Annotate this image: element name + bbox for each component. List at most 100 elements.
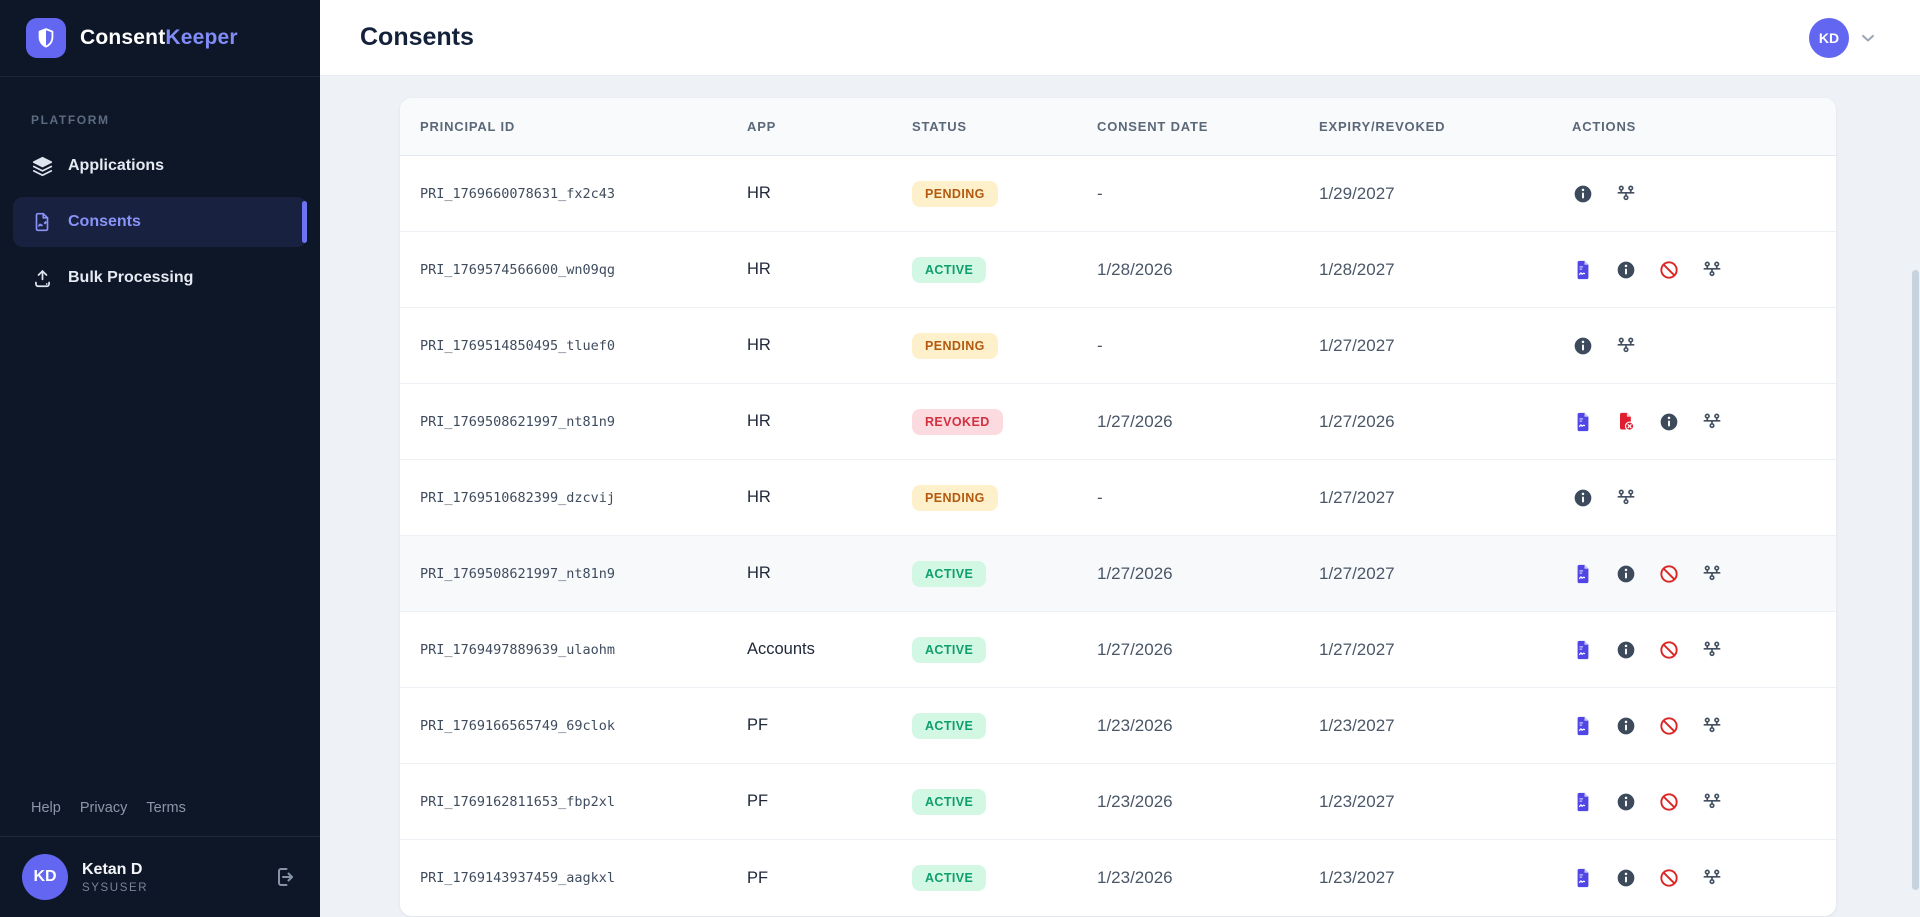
column-header-app: APP [747, 119, 912, 134]
consent-date: 1/28/2026 [1097, 260, 1173, 280]
app-name: Accounts [747, 640, 815, 659]
table-header-row: PRINCIPAL IDAPPSTATUSCONSENT DATEEXPIRY/… [400, 98, 1836, 156]
row-actions [1572, 715, 1723, 737]
hierarchy-icon[interactable] [1701, 867, 1723, 889]
column-header-actions: ACTIONS [1572, 119, 1836, 134]
consent-date: 1/27/2026 [1097, 640, 1173, 660]
brand-logo [26, 18, 66, 58]
status-badge: ACTIVE [912, 637, 986, 663]
info-icon[interactable] [1572, 183, 1594, 205]
header-user-menu[interactable]: KD [1809, 18, 1878, 58]
consent-date: - [1097, 336, 1103, 356]
user-avatar[interactable]: KD [22, 854, 68, 900]
column-header-consent-date: CONSENT DATE [1097, 119, 1319, 134]
row-actions [1572, 487, 1637, 509]
info-icon[interactable] [1615, 867, 1637, 889]
file-signature-icon [31, 211, 53, 233]
table-body: PRI_1769660078631_fx2c43 HR PENDING - 1/29/2… [400, 156, 1836, 916]
info-icon[interactable] [1572, 487, 1594, 509]
hierarchy-icon[interactable] [1615, 487, 1637, 509]
status-badge: ACTIVE [912, 865, 986, 891]
expiry-date: 1/27/2027 [1319, 488, 1395, 508]
expiry-date: 1/29/2027 [1319, 184, 1395, 204]
status-badge: ACTIVE [912, 561, 986, 587]
ban-icon[interactable] [1658, 563, 1680, 585]
ban-icon[interactable] [1658, 715, 1680, 737]
expiry-date: 1/27/2027 [1319, 564, 1395, 584]
hierarchy-icon[interactable] [1701, 259, 1723, 281]
column-header-principal-id: PRINCIPAL ID [400, 119, 747, 134]
table-row: PRI_1769510682399_dzcvijHRPENDING-1/27/2… [400, 460, 1836, 536]
expiry-date: 1/23/2027 [1319, 868, 1395, 888]
hierarchy-icon[interactable] [1701, 639, 1723, 661]
footer-link-privacy[interactable]: Privacy [80, 800, 128, 816]
hierarchy-icon[interactable] [1615, 183, 1637, 205]
consent-date: 1/23/2026 [1097, 716, 1173, 736]
hierarchy-icon[interactable] [1701, 791, 1723, 813]
row-actions [1572, 183, 1637, 205]
status-badge: ACTIVE [912, 257, 986, 283]
table-row: PRI_1769162811653_fbp2xlPFACTIVE1/23/202… [400, 764, 1836, 840]
ban-icon[interactable] [1658, 867, 1680, 889]
footer-link-terms[interactable]: Terms [146, 800, 185, 816]
info-icon[interactable] [1615, 563, 1637, 585]
file-x-icon[interactable] [1615, 411, 1637, 433]
consent-date: 1/27/2026 [1097, 412, 1173, 432]
expiry-date: 1/27/2026 [1319, 412, 1395, 432]
status-badge: PENDING [912, 333, 998, 359]
consent-date: 1/23/2026 [1097, 868, 1173, 888]
principal-id: PRI_1769166565749_69clok [420, 718, 615, 734]
info-icon[interactable] [1615, 791, 1637, 813]
sidebar-user-block: KD Ketan D SYSUSER [0, 836, 320, 917]
info-icon[interactable] [1615, 715, 1637, 737]
ban-icon[interactable] [1658, 259, 1680, 281]
vertical-scrollbar[interactable] [1912, 270, 1919, 890]
expiry-date: 1/28/2027 [1319, 260, 1395, 280]
expiry-date: 1/23/2027 [1319, 792, 1395, 812]
sidebar-item-applications[interactable]: Applications [13, 141, 307, 191]
file-icon[interactable] [1572, 867, 1594, 889]
principal-id: PRI_1769574566600_wn09qg [420, 262, 615, 278]
page-header: Consents KD [320, 0, 1920, 76]
ban-icon[interactable] [1658, 639, 1680, 661]
app-name: PF [747, 869, 768, 888]
sidebar-item-label: Bulk Processing [68, 269, 193, 287]
app-name: HR [747, 184, 771, 203]
status-badge: REVOKED [912, 409, 1003, 435]
file-icon[interactable] [1572, 411, 1594, 433]
status-badge: ACTIVE [912, 713, 986, 739]
table-row: PRI_1769497889639_ulaohmAccountsACTIVE1/… [400, 612, 1836, 688]
sidebar-footer-links: Help Privacy Terms [0, 800, 320, 816]
file-icon[interactable] [1572, 791, 1594, 813]
upload-icon [31, 267, 53, 289]
hierarchy-icon[interactable] [1701, 563, 1723, 585]
principal-id: PRI_1769514850495_tluef0 [420, 338, 615, 354]
info-icon[interactable] [1615, 639, 1637, 661]
consent-date: 1/27/2026 [1097, 564, 1173, 584]
file-icon[interactable] [1572, 259, 1594, 281]
consent-date: - [1097, 488, 1103, 508]
logout-icon[interactable] [272, 864, 298, 890]
sidebar-item-consents[interactable]: Consents [13, 197, 307, 247]
file-icon[interactable] [1572, 715, 1594, 737]
footer-link-help[interactable]: Help [31, 800, 61, 816]
hierarchy-icon[interactable] [1615, 335, 1637, 357]
info-icon[interactable] [1615, 259, 1637, 281]
page-title: Consents [360, 23, 474, 52]
principal-id: PRI_1769660078631_fx2c43 [420, 186, 615, 202]
ban-icon[interactable] [1658, 791, 1680, 813]
app-name: HR [747, 260, 771, 279]
hierarchy-icon[interactable] [1701, 715, 1723, 737]
info-icon[interactable] [1572, 335, 1594, 357]
app-name: HR [747, 336, 771, 355]
brand-name: ConsentKeeper [80, 26, 238, 50]
sidebar-item-bulk-processing[interactable]: Bulk Processing [13, 253, 307, 303]
file-icon[interactable] [1572, 639, 1594, 661]
hierarchy-icon[interactable] [1701, 411, 1723, 433]
table-row: PRI_1769514850495_tluef0HRPENDING-1/27/2… [400, 308, 1836, 384]
file-icon[interactable] [1572, 563, 1594, 585]
chevron-down-icon[interactable] [1858, 28, 1878, 48]
info-icon[interactable] [1658, 411, 1680, 433]
row-actions [1572, 411, 1723, 433]
header-avatar[interactable]: KD [1809, 18, 1849, 58]
